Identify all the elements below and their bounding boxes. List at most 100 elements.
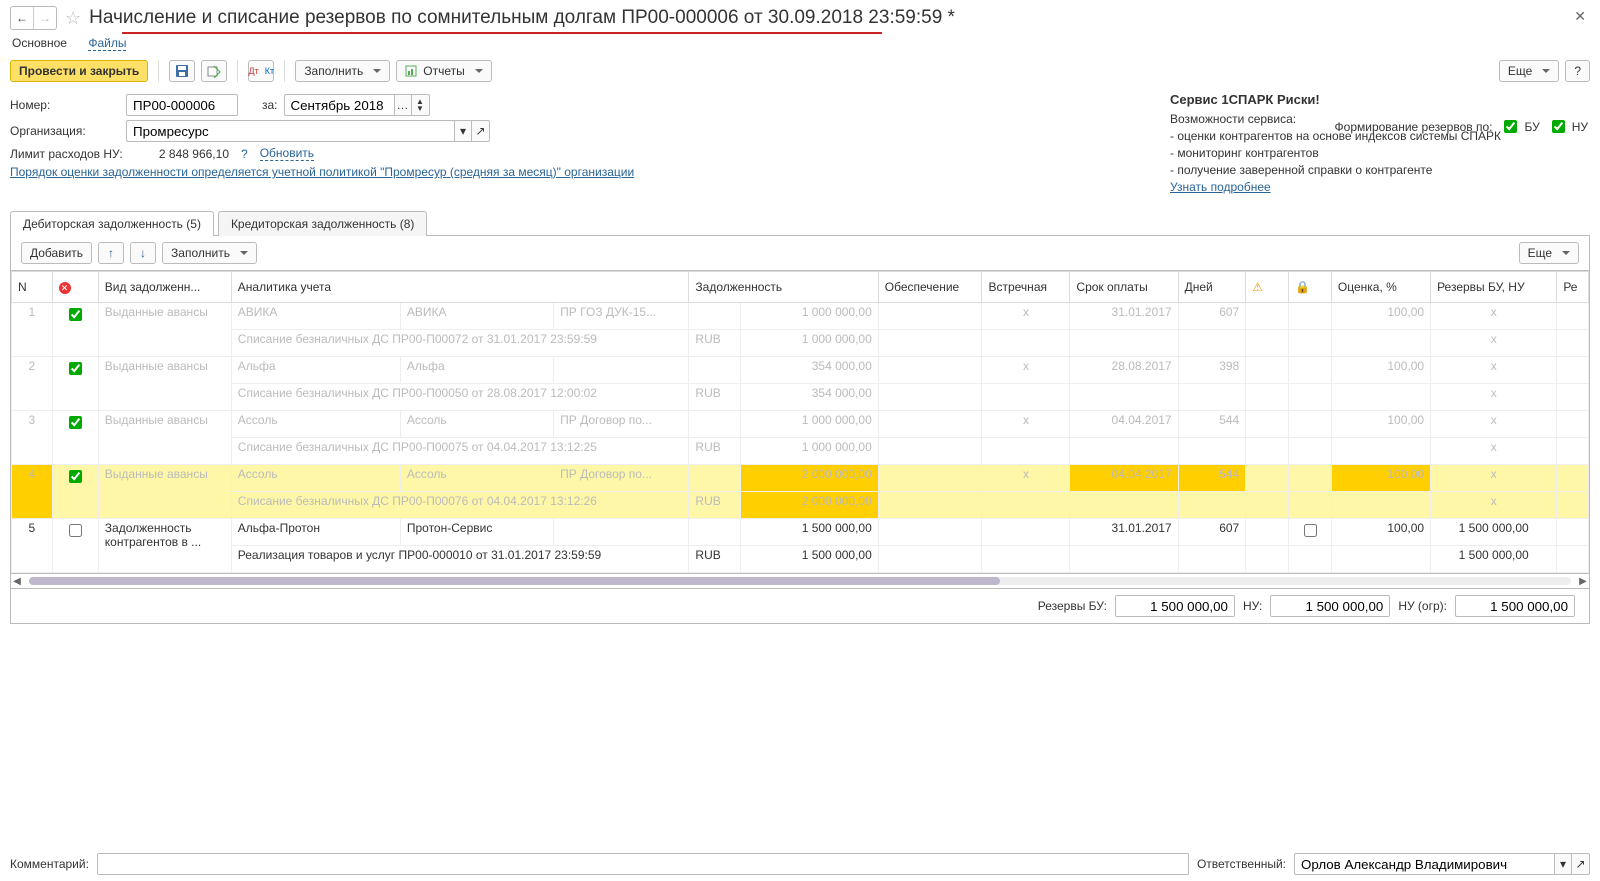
period-input[interactable] [284, 94, 394, 116]
tab-main[interactable]: Основное [12, 36, 67, 50]
org-open-button[interactable]: ↗ [472, 120, 490, 142]
row-checkbox[interactable] [69, 308, 82, 321]
sub-more-button[interactable]: Еще [1519, 242, 1579, 264]
cell-pad [1557, 465, 1589, 492]
nav-back-button[interactable]: ← [11, 7, 33, 29]
cell-lock [1289, 303, 1332, 330]
fill-button[interactable]: Заполнить [295, 60, 390, 82]
nu-checkbox[interactable] [1552, 120, 1565, 133]
col-debt[interactable]: Задолженность [689, 272, 878, 303]
col-n[interactable]: N [12, 272, 53, 303]
cell-warn [1246, 519, 1289, 546]
tab-files[interactable]: Файлы [88, 36, 126, 51]
spark-title: Сервис 1СПАРК Риски! [1170, 92, 1590, 107]
limit-label: Лимит расходов НУ: [10, 147, 128, 161]
cell-rate: 100,00 [1331, 465, 1430, 492]
scroll-right-button[interactable]: ▶ [1577, 576, 1589, 587]
move-up-button[interactable]: ↑ [98, 242, 124, 264]
table-row[interactable]: 3 Выданные авансы Ассоль Ассоль ПР Догов… [12, 411, 1589, 438]
col-analytics[interactable]: Аналитика учета [231, 272, 689, 303]
save-button[interactable] [169, 60, 195, 82]
table-row[interactable]: 2 Выданные авансы Альфа Альфа 354 000,00… [12, 357, 1589, 384]
limit-help-icon[interactable]: ? [241, 147, 248, 161]
number-label: Номер: [10, 98, 120, 112]
row-lock-checkbox[interactable] [1304, 524, 1317, 537]
table-row[interactable]: 1 Выданные авансы АВИКА АВИКА ПР ГОЗ ДУК… [12, 303, 1589, 330]
cell-res: x [1431, 303, 1557, 330]
responsible-dropdown-button[interactable]: ▾ [1554, 853, 1572, 875]
cell-a3 [554, 519, 689, 546]
responsible-open-button[interactable]: ↗ [1572, 853, 1590, 875]
cell-check [52, 357, 98, 411]
help-button[interactable]: ? [1565, 60, 1590, 82]
post-button[interactable] [201, 60, 227, 82]
org-dropdown-button[interactable]: ▾ [454, 120, 472, 142]
row-checkbox[interactable] [69, 362, 82, 375]
col-reserve[interactable]: Резервы БУ, НУ [1431, 272, 1557, 303]
scrollbar-thumb[interactable] [29, 577, 1000, 585]
table-row-sub[interactable]: Списание безналичных ДС ПР00-П00072 от 3… [12, 330, 1589, 357]
bu-checkbox[interactable] [1504, 120, 1517, 133]
table-row-sub[interactable]: Списание безналичных ДС ПР00-П00050 от 2… [12, 384, 1589, 411]
reports-button[interactable]: Отчеты [396, 60, 491, 82]
table-row-sub[interactable]: Реализация товаров и услуг ПР00-000010 о… [12, 546, 1589, 573]
col-due[interactable]: Срок оплаты [1070, 272, 1178, 303]
cell-pad [1557, 357, 1589, 384]
cell-a1: Ассоль [231, 411, 400, 438]
cell-a2: Альфа [400, 357, 553, 384]
table-row[interactable]: 4 Выданные авансы Ассоль Ассоль ПР Догов… [12, 465, 1589, 492]
subtab-debtors[interactable]: Дебиторская задолженность (5) [10, 211, 214, 236]
row-checkbox[interactable] [69, 416, 82, 429]
subfill-button[interactable]: Заполнить [162, 242, 257, 264]
table-row-sub[interactable]: Списание безналичных ДС ПР00-П00075 от 0… [12, 438, 1589, 465]
col-secure[interactable]: Обеспечение [878, 272, 982, 303]
more-button[interactable]: Еще [1499, 60, 1559, 82]
period-picker-button[interactable]: … [394, 94, 412, 116]
policy-link[interactable]: Порядок оценки задолженности определяетс… [10, 165, 634, 179]
col-type[interactable]: Вид задолженн... [98, 272, 231, 303]
table-row[interactable]: 5 Задолженность контрагентов в ... Альфа… [12, 519, 1589, 546]
col-delete[interactable]: ✕ [52, 272, 98, 303]
col-lock[interactable]: 🔒 [1289, 272, 1332, 303]
table-row-sub[interactable]: Списание безналичных ДС ПР00-П00076 от 0… [12, 492, 1589, 519]
row-checkbox[interactable] [69, 470, 82, 483]
scroll-left-button[interactable]: ◀ [11, 576, 23, 587]
col-warn[interactable]: ⚠ [1246, 272, 1289, 303]
dtkt-button[interactable]: ДтКт [248, 60, 274, 82]
cell-rate: 100,00 [1331, 411, 1430, 438]
col-rate[interactable]: Оценка, % [1331, 272, 1430, 303]
responsible-input[interactable] [1294, 853, 1554, 875]
limit-refresh-link[interactable]: Обновить [260, 146, 314, 161]
add-row-button[interactable]: Добавить [21, 242, 92, 264]
subtab-creditors[interactable]: Кредиторская задолженность (8) [218, 211, 427, 236]
row-checkbox[interactable] [69, 524, 82, 537]
move-down-button[interactable]: ↓ [130, 242, 156, 264]
post-and-close-button[interactable]: Провести и закрыть [10, 60, 148, 82]
cell-debt2: 1 000 000,00 [741, 438, 879, 465]
cell-a1: Ассоль [231, 465, 400, 492]
total-bu-value[interactable] [1115, 595, 1235, 617]
col-days[interactable]: Дней [1178, 272, 1246, 303]
comment-input[interactable] [97, 853, 1189, 875]
number-input[interactable] [126, 94, 238, 116]
cell-counter: x [982, 411, 1070, 438]
cell-a1: Альфа-Протон [231, 519, 400, 546]
cell-warn [1246, 357, 1289, 384]
favorite-star-icon[interactable]: ☆ [65, 8, 81, 29]
close-button[interactable]: ✕ [1574, 8, 1586, 25]
scrollbar-track[interactable] [29, 577, 1571, 585]
cell-res2: x [1431, 330, 1557, 357]
period-spinner-button[interactable]: ▲▼ [412, 94, 430, 116]
cell-days: 544 [1178, 411, 1246, 438]
col-counter[interactable]: Встречная [982, 272, 1070, 303]
col-res2[interactable]: Ре [1557, 272, 1589, 303]
nav-forward-button[interactable]: → [33, 7, 56, 29]
cell-counter [982, 519, 1070, 546]
spark-more-link[interactable]: Узнать подробнее [1170, 180, 1271, 194]
cell-n: 3 [12, 411, 53, 465]
total-nu-value[interactable] [1270, 595, 1390, 617]
cell-a3: ПР Договор по... [554, 465, 689, 492]
reserve-by-label: Формирование резервов по: [1335, 120, 1493, 134]
org-input[interactable] [126, 120, 454, 142]
total-nulim-value[interactable] [1455, 595, 1575, 617]
